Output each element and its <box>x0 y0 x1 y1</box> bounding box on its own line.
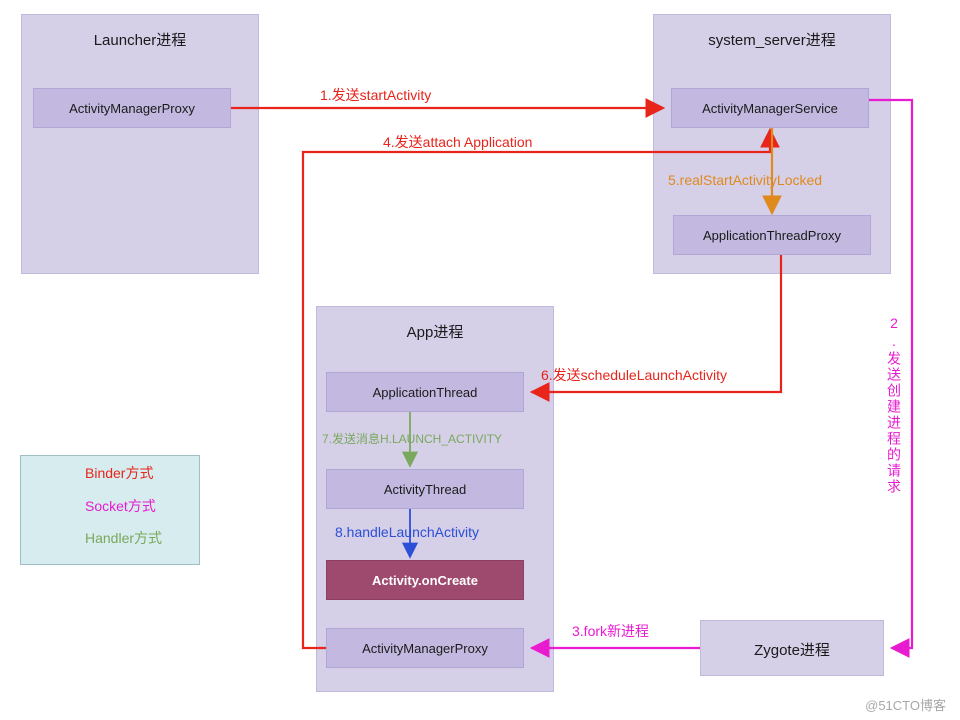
process-title-app: App进程 <box>406 324 464 341</box>
label-step-7: 7.发送消息H.LAUNCH_ACTIVITY <box>322 432 503 446</box>
legend-label-binder: Binder方式 <box>85 465 154 481</box>
node-app-activity-manager-proxy[interactable]: ActivityManagerProxy <box>326 628 524 668</box>
process-title-launcher: Launcher进程 <box>93 32 187 49</box>
node-label: ApplicationThread <box>372 384 478 400</box>
node-label: ActivityThread <box>383 481 467 497</box>
node-activity-manager-service[interactable]: ActivityManagerService <box>671 88 869 128</box>
node-label: Activity.onCreate <box>372 572 478 588</box>
label-step-5: 5.realStartActivityLocked <box>668 172 823 188</box>
node-launcher-activity-manager-proxy[interactable]: ActivityManagerProxy <box>33 88 231 128</box>
label-step-8: 8.handleLaunchActivity <box>335 524 479 540</box>
node-activity-thread[interactable]: ActivityThread <box>326 469 524 509</box>
process-title-system-server: system_server进程 <box>708 32 836 49</box>
label-step-3: 3.fork新进程 <box>572 623 650 639</box>
legend-label-socket: Socket方式 <box>85 498 156 514</box>
label-step-4: 4.发送attach Application <box>383 134 533 150</box>
node-label: ActivityManagerProxy <box>69 100 195 116</box>
process-box-launcher: Launcher进程 <box>21 14 259 274</box>
watermark: @51CTO博客 <box>865 698 946 713</box>
label-step-2: 2.发送创建进程的请求 <box>886 315 902 495</box>
label-step-1: 1.发送startActivity <box>320 87 432 103</box>
node-application-thread-proxy[interactable]: ApplicationThreadProxy <box>673 215 871 255</box>
legend-label-handler: Handler方式 <box>85 530 163 546</box>
label-step-6: 6.发送scheduleLaunchActivity <box>541 367 727 383</box>
node-label: ActivityManagerService <box>702 100 838 116</box>
node-activity-oncreate[interactable]: Activity.onCreate <box>326 560 524 600</box>
node-application-thread[interactable]: ApplicationThread <box>326 372 524 412</box>
node-label: ActivityManagerProxy <box>362 640 488 656</box>
diagram-canvas: Launcher进程 system_server进程 App进程 Zygote进… <box>0 0 960 720</box>
process-title-zygote: Zygote进程 <box>754 642 830 659</box>
node-label: ApplicationThreadProxy <box>702 227 842 243</box>
process-box-zygote: Zygote进程 <box>700 620 884 676</box>
